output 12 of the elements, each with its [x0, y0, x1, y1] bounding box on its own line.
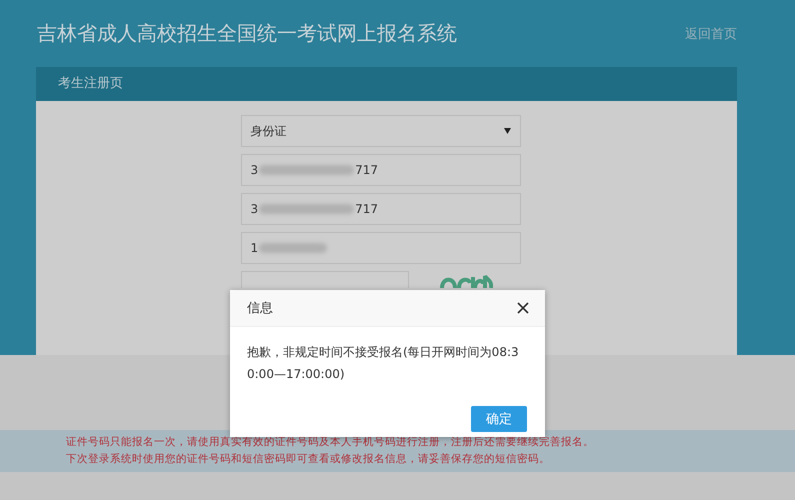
notice-text: 下次登录系统时使用您的证件号码和短信密码即可查看或修改报名信息，请妥善保存您的短信密码。	[66, 452, 551, 467]
captcha-image[interactable]	[438, 274, 492, 288]
input-field[interactable]: 3 717	[240, 154, 520, 186]
input-field[interactable]: 3 717	[240, 193, 520, 225]
input-field[interactable]: 1	[240, 232, 520, 264]
id-type-select[interactable]: 身份证	[240, 115, 520, 147]
panel-header: 考生注册页	[36, 67, 737, 101]
caret-icon	[504, 128, 510, 134]
dialog-message: 抱歉，非规定时间不接受报名(每日开网时间为08:30:00—17:00:00)	[247, 344, 520, 383]
dialog-title: 信息	[247, 300, 273, 317]
site-title: 吉林省成人高校招生全国统一考试网上报名系统	[36, 20, 457, 47]
close-icon[interactable]	[517, 302, 529, 314]
